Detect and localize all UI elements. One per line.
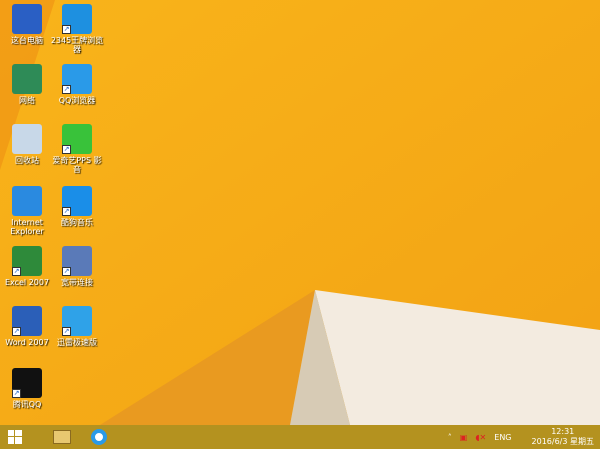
desktop-icon-label: 这台电脑 [11, 36, 43, 45]
shortcut-arrow-icon: ↗ [12, 267, 21, 276]
shortcut-arrow-icon: ↗ [62, 145, 71, 154]
excel-icon: ↗ [12, 246, 42, 276]
shortcut-arrow-icon: ↗ [62, 267, 71, 276]
qq-browser-icon [91, 429, 107, 445]
desktop-icon-label: Word 2007 [5, 338, 49, 347]
desktop-icon[interactable]: 这台电脑 [0, 4, 54, 45]
desktop-icon-label: 腾讯QQ [12, 400, 42, 409]
recycle-bin-icon [12, 124, 42, 154]
start-button[interactable] [0, 425, 30, 449]
shortcut-arrow-icon: ↗ [62, 25, 71, 34]
desktop-icon[interactable]: ↗ QQ浏览器 [50, 64, 104, 105]
shortcut-arrow-icon: ↗ [12, 327, 21, 336]
desktop-icon-label: 酷狗音乐 [61, 218, 93, 227]
clock[interactable]: 12:31 2016/6/3 星期五 [532, 427, 594, 447]
input-language[interactable]: ENG [494, 433, 511, 442]
desktop-icon[interactable]: ↗ Excel 2007 [0, 246, 54, 287]
volume-muted-icon[interactable]: ◖✕ [475, 433, 486, 442]
shortcut-arrow-icon: ↗ [62, 327, 71, 336]
clock-date: 2016/6/3 星期五 [531, 437, 594, 446]
desktop-icon[interactable]: ↗ 腾讯QQ [0, 368, 54, 409]
iqiyi-icon: ↗ [62, 124, 92, 154]
ie-icon [12, 186, 42, 216]
desktop-icon-label: Internet Explorer [10, 218, 44, 236]
qq-icon: ↗ [12, 368, 42, 398]
desktop-icon-label: 爱奇艺PPS 影音 [52, 156, 102, 174]
xunlei-icon: ↗ [62, 306, 92, 336]
shortcut-arrow-icon: ↗ [62, 207, 71, 216]
desktop-icon[interactable]: ↗ 2345王牌浏览器 [50, 4, 104, 54]
desktop-icon-label: 回收站 [15, 156, 39, 165]
windows-logo-icon [8, 430, 22, 444]
kugou-icon: ↗ [62, 186, 92, 216]
file-explorer-taskbar-button[interactable] [47, 425, 77, 449]
browser-2345-icon: ↗ [62, 4, 92, 34]
system-tray: ˄ ▣ ◖✕ ENG 12:31 2016/6/3 星期五 [448, 425, 594, 449]
desktop-icon-label: QQ浏览器 [58, 96, 96, 105]
desktop-icon-label: 网络 [19, 96, 35, 105]
qq-browser-taskbar-button[interactable] [84, 425, 114, 449]
desktop-icon[interactable]: ↗ 酷狗音乐 [50, 186, 104, 227]
desktop-icon[interactable]: ↗ 宽带连接 [50, 246, 104, 287]
shortcut-arrow-icon: ↗ [62, 85, 71, 94]
desktop-icon-label: Excel 2007 [4, 278, 50, 287]
show-hidden-icons-chevron-icon[interactable]: ˄ [448, 433, 452, 442]
network-status-icon[interactable]: ▣ [460, 433, 468, 442]
taskbar: ˄ ▣ ◖✕ ENG 12:31 2016/6/3 星期五 [0, 425, 600, 449]
clock-time: 12:31 [551, 427, 575, 436]
file-explorer-icon [53, 430, 71, 444]
shortcut-arrow-icon: ↗ [12, 389, 21, 398]
desktop-icon[interactable]: 回收站 [0, 124, 54, 165]
computer-icon [12, 4, 42, 34]
qq-browser-icon: ↗ [62, 64, 92, 94]
desktop-icon[interactable]: 网络 [0, 64, 54, 105]
broadband-icon: ↗ [62, 246, 92, 276]
desktop-icon[interactable]: ↗ 迅雷极速版 [50, 306, 104, 347]
desktop-icon[interactable]: Internet Explorer [0, 186, 54, 236]
desktop-icon-label: 2345王牌浏览器 [50, 36, 104, 54]
desktop-icon-label: 宽带连接 [61, 278, 93, 287]
desktop-icon[interactable]: ↗ Word 2007 [0, 306, 54, 347]
desktop-icon-label: 迅雷极速版 [57, 338, 97, 347]
network-icon [12, 64, 42, 94]
desktop-icon[interactable]: ↗ 爱奇艺PPS 影音 [50, 124, 104, 174]
word-icon: ↗ [12, 306, 42, 336]
